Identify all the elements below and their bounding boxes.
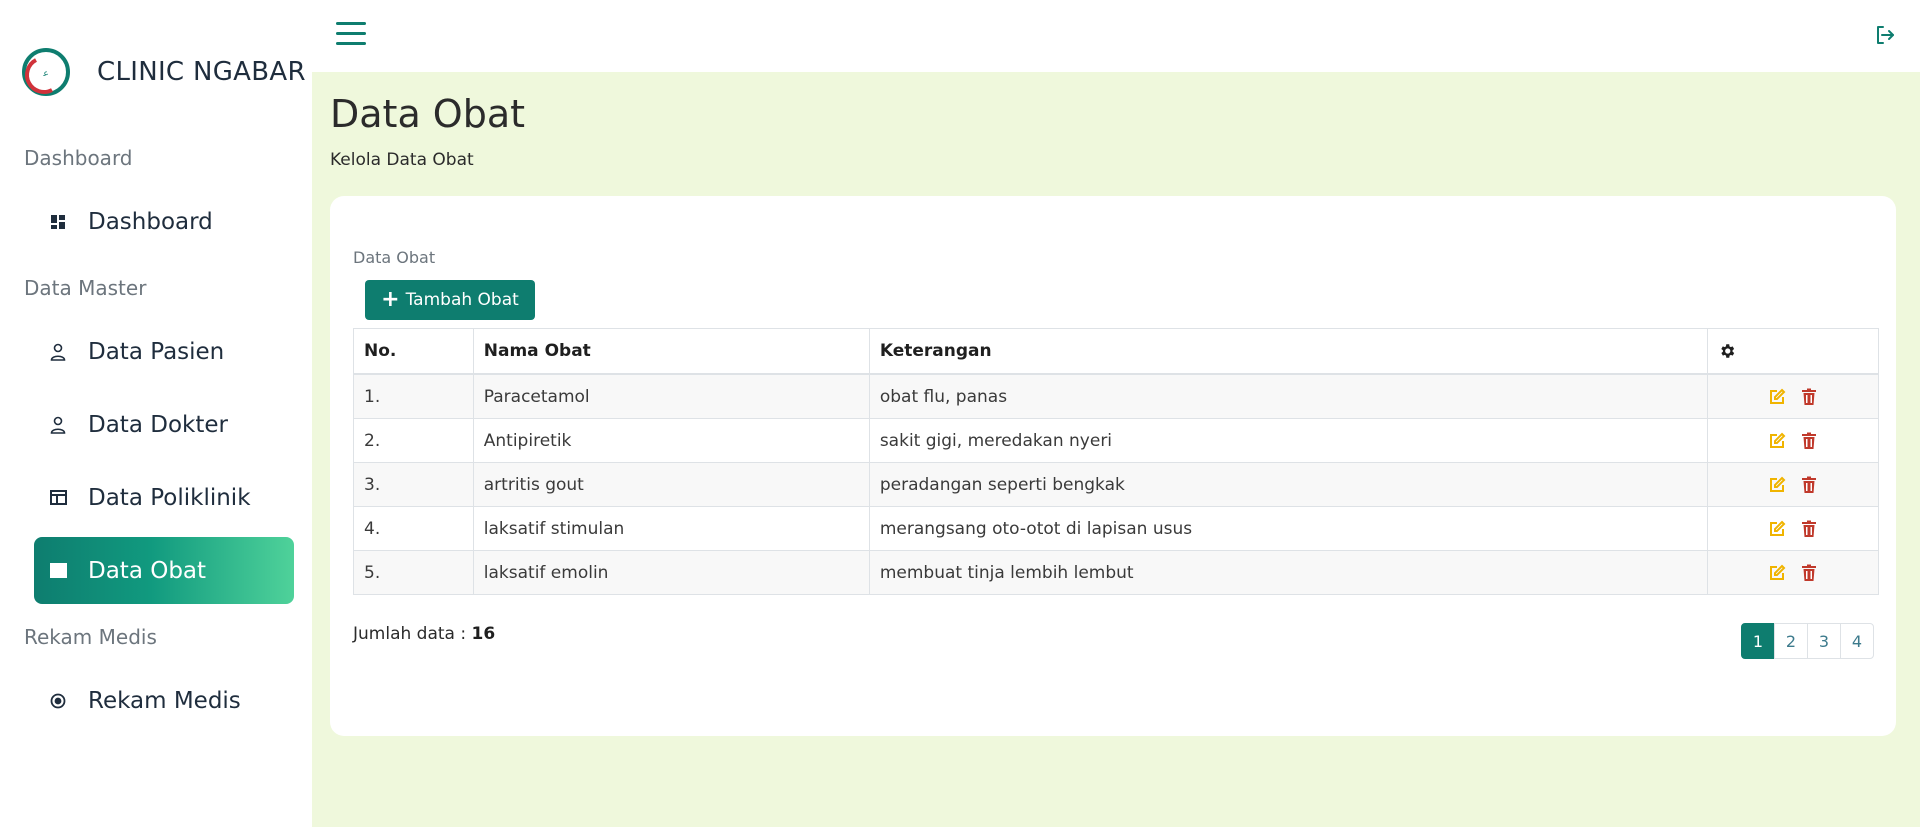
- cell-nama-obat: artritis gout: [472, 462, 870, 507]
- cell-no: 1.: [353, 373, 474, 419]
- sidebar-item-label: Data Dokter: [88, 411, 228, 438]
- cell-no: 4.: [353, 506, 474, 551]
- sidebar-item-label: Dashboard: [88, 208, 213, 235]
- total-count: Jumlah data : 16: [353, 624, 495, 644]
- add-obat-label: Tambah Obat: [405, 290, 519, 310]
- sidebar: ﻋ CLINIC NGABAR Dashboard Dashboard Data…: [0, 0, 312, 827]
- cell-keterangan: peradangan seperti bengkak: [868, 462, 1709, 507]
- page-button-2[interactable]: 2: [1774, 623, 1808, 659]
- pagination: 1 2 3 4: [1741, 623, 1874, 659]
- cell-nama-obat: laksatif stimulan: [472, 506, 870, 551]
- header-keterangan[interactable]: Keterangan: [868, 328, 1709, 375]
- table-icon: [48, 488, 68, 508]
- topbar: [312, 0, 1920, 72]
- clinic-logo-icon: ﻋ: [22, 48, 70, 96]
- sidebar-item-label: Data Poliklinik: [88, 484, 251, 511]
- person-icon: [48, 342, 68, 362]
- edit-icon[interactable]: [1768, 476, 1786, 494]
- obat-table: No. Nama Obat Keterangan 1. Paracetamol …: [353, 328, 1879, 595]
- cell-actions: [1707, 506, 1879, 551]
- sidebar-item-rekam-medis[interactable]: Rekam Medis: [34, 667, 294, 734]
- cell-keterangan: obat flu, panas: [868, 373, 1709, 419]
- table-row: 2. Antipiretik sakit gigi, meredakan nye…: [353, 418, 1879, 463]
- trash-icon[interactable]: [1800, 432, 1818, 450]
- sidebar-item-data-pasien[interactable]: Data Pasien: [34, 318, 294, 385]
- table-row: 4. laksatif stimulan merangsang oto-otot…: [353, 506, 1879, 551]
- sidebar-item-label: Rekam Medis: [88, 687, 241, 714]
- cell-nama-obat: Paracetamol: [472, 373, 870, 419]
- person-icon: [48, 415, 68, 435]
- total-label: Jumlah data :: [353, 624, 467, 644]
- cell-no: 2.: [353, 418, 474, 463]
- cell-actions: [1707, 373, 1879, 419]
- trash-icon[interactable]: [1800, 520, 1818, 538]
- cell-keterangan: sakit gigi, meredakan nyeri: [868, 418, 1709, 463]
- table-row: 1. Paracetamol obat flu, panas: [353, 373, 1879, 419]
- gear-icon: [1721, 344, 1735, 358]
- plus-icon: +: [381, 287, 400, 312]
- section-title-rekam-medis: Rekam Medis: [24, 625, 157, 649]
- page-button-3[interactable]: 3: [1807, 623, 1841, 659]
- sidebar-item-data-dokter[interactable]: Data Dokter: [34, 391, 294, 458]
- cell-keterangan: merangsang oto-otot di lapisan usus: [868, 506, 1709, 551]
- hamburger-icon[interactable]: [336, 22, 366, 48]
- edit-icon[interactable]: [1768, 388, 1786, 406]
- add-obat-button[interactable]: + Tambah Obat: [365, 280, 535, 320]
- trash-icon[interactable]: [1800, 476, 1818, 494]
- cell-nama-obat: laksatif emolin: [472, 550, 870, 595]
- cell-nama-obat: Antipiretik: [472, 418, 870, 463]
- record-icon: [48, 691, 68, 711]
- sidebar-item-dashboard[interactable]: Dashboard: [34, 188, 294, 255]
- page-button-1[interactable]: 1: [1741, 623, 1775, 659]
- table-header-row: No. Nama Obat Keterangan: [353, 328, 1879, 375]
- header-nama-obat[interactable]: Nama Obat: [472, 328, 870, 375]
- section-title-data-master: Data Master: [24, 276, 147, 300]
- section-title-dashboard: Dashboard: [24, 146, 133, 170]
- cell-actions: [1707, 462, 1879, 507]
- trash-icon[interactable]: [1800, 564, 1818, 582]
- cell-no: 3.: [353, 462, 474, 507]
- edit-icon[interactable]: [1768, 432, 1786, 450]
- cell-no: 5.: [353, 550, 474, 595]
- total-value: 16: [471, 624, 496, 644]
- grid-icon: [48, 212, 68, 232]
- header-actions: [1707, 328, 1879, 375]
- cell-keterangan: membuat tinja lembih lembut: [868, 550, 1709, 595]
- table-icon: [48, 561, 68, 581]
- table-row: 3. artritis gout peradangan seperti beng…: [353, 462, 1879, 507]
- trash-icon[interactable]: [1800, 388, 1818, 406]
- main-content: Data Obat Kelola Data Obat Data Obat + T…: [312, 72, 1920, 827]
- cell-actions: [1707, 550, 1879, 595]
- brand-name: CLINIC NGABAR: [97, 57, 306, 87]
- sidebar-item-label: Data Obat: [88, 557, 207, 584]
- sidebar-item-data-obat[interactable]: Data Obat: [34, 537, 294, 604]
- cell-actions: [1707, 418, 1879, 463]
- edit-icon[interactable]: [1768, 564, 1786, 582]
- svg-text:ﻋ: ﻋ: [42, 69, 48, 79]
- page-subtitle: Kelola Data Obat: [330, 150, 474, 170]
- sidebar-item-data-poliklinik[interactable]: Data Poliklinik: [34, 464, 294, 531]
- page-title: Data Obat: [330, 92, 526, 136]
- sidebar-item-label: Data Pasien: [88, 338, 225, 365]
- edit-icon[interactable]: [1768, 520, 1786, 538]
- data-card: Data Obat + Tambah Obat No. Nama Obat Ke…: [330, 196, 1896, 736]
- brand[interactable]: ﻋ CLINIC NGABAR: [22, 46, 306, 98]
- table-row: 5. laksatif emolin membuat tinja lembih …: [353, 550, 1879, 595]
- logout-icon[interactable]: [1874, 24, 1896, 46]
- header-no[interactable]: No.: [353, 328, 474, 375]
- card-label: Data Obat: [353, 248, 436, 267]
- page-button-4[interactable]: 4: [1840, 623, 1874, 659]
